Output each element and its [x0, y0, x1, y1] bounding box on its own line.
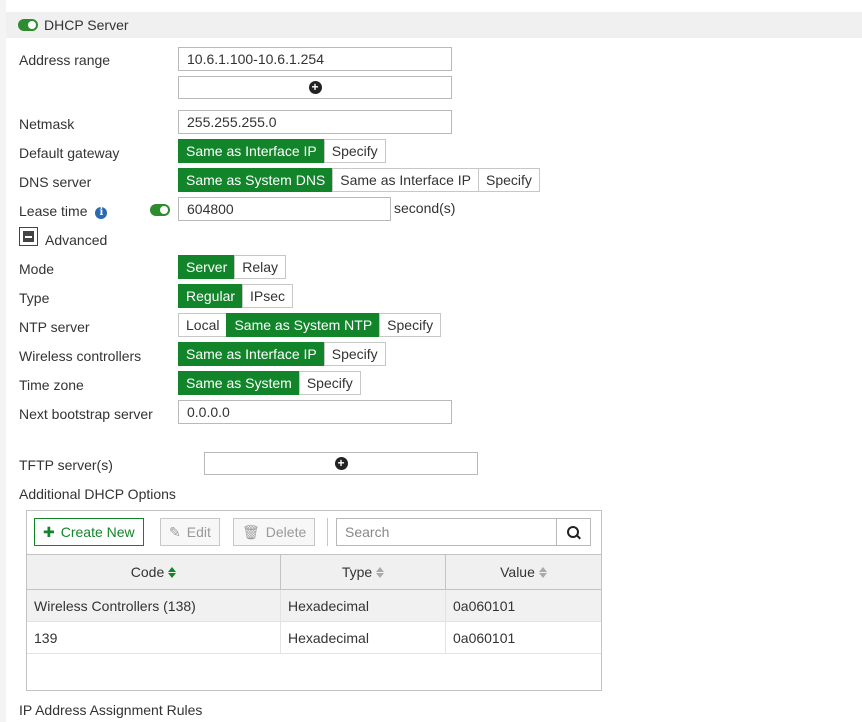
table-row[interactable]: Wireless Controllers (138) Hexadecimal 0…	[27, 590, 601, 622]
cell-value: 0a060101	[453, 598, 516, 614]
column-header-type[interactable]: Type	[281, 555, 446, 589]
netmask-label: Netmask	[19, 116, 75, 132]
type-selector: Regular IPsec	[178, 284, 294, 308]
sort-icon	[538, 566, 547, 578]
search-input[interactable]	[337, 519, 556, 545]
cell-type: Hexadecimal	[281, 590, 446, 621]
wireless-controllers-selector: Same as Interface IP Specify	[178, 342, 386, 366]
default-gateway-selector: Same as Interface IP Specify	[178, 139, 386, 163]
plus-circle-icon: +	[334, 457, 348, 470]
pencil-icon: ✎	[169, 523, 181, 540]
ntp-server-label: NTP server	[19, 319, 90, 335]
lease-time-label-wrap: Lease time i	[19, 202, 108, 220]
default-gateway-option-interface-ip[interactable]: Same as Interface IP	[178, 139, 325, 163]
column-header-code[interactable]: Code	[27, 555, 281, 589]
delete-label: Delete	[265, 524, 307, 540]
dns-server-selector: Same as System DNS Same as Interface IP …	[178, 168, 540, 192]
mode-option-relay[interactable]: Relay	[234, 255, 287, 279]
next-bootstrap-label: Next bootstrap server	[19, 406, 153, 422]
column-label-type: Type	[341, 564, 373, 580]
column-header-value[interactable]: Value	[446, 555, 601, 589]
wireless-option-interface-ip[interactable]: Same as Interface IP	[178, 342, 325, 366]
cell-code: 139	[27, 622, 281, 653]
cell-value: 0a060101	[453, 630, 516, 646]
edit-button[interactable]: ✎ Edit	[160, 518, 220, 546]
time-zone-selector: Same as System Specify	[178, 371, 361, 395]
cell-type: Hexadecimal	[281, 622, 446, 653]
type-option-ipsec[interactable]: IPsec	[242, 284, 294, 308]
dhcp-server-toggle-icon[interactable]	[18, 19, 38, 31]
ip-rules-label: IP Address Assignment Rules	[19, 702, 203, 718]
sort-icon	[376, 566, 385, 578]
type-label: Type	[19, 290, 50, 306]
time-zone-label: Time zone	[19, 377, 84, 393]
info-icon[interactable]: i	[95, 207, 108, 219]
lease-time-label: Lease time	[19, 203, 88, 219]
ntp-server-selector: Local Same as System NTP Specify	[178, 313, 442, 337]
dns-server-option-specify[interactable]: Specify	[478, 168, 540, 192]
next-bootstrap-input[interactable]: 0.0.0.0	[178, 400, 452, 424]
dns-server-option-interface-ip[interactable]: Same as Interface IP	[332, 168, 479, 192]
search-icon	[567, 525, 580, 539]
edit-label: Edit	[186, 524, 211, 540]
add-address-range-button[interactable]: +	[178, 76, 452, 99]
advanced-collapse-icon[interactable]	[19, 227, 38, 246]
wireless-option-specify[interactable]: Specify	[323, 342, 386, 366]
table-row[interactable]: 139 Hexadecimal 0a060101	[27, 622, 601, 654]
section-title: DHCP Server	[44, 17, 129, 33]
mode-selector: Server Relay	[178, 255, 287, 279]
netmask-input[interactable]: 255.255.255.0	[178, 110, 452, 134]
dns-server-option-system-dns[interactable]: Same as System DNS	[178, 168, 334, 192]
create-new-label: Create New	[60, 524, 135, 540]
sort-icon	[168, 566, 177, 578]
wireless-controllers-label: Wireless controllers	[19, 348, 142, 364]
column-label-value: Value	[500, 564, 535, 580]
dns-server-label: DNS server	[19, 174, 92, 190]
create-new-button[interactable]: ✚ Create New	[34, 518, 144, 546]
ntp-option-specify[interactable]: Specify	[379, 313, 442, 337]
address-range-input[interactable]: 10.6.1.100-10.6.1.254	[178, 47, 452, 71]
default-gateway-label: Default gateway	[19, 145, 120, 161]
tftp-label: TFTP server(s)	[19, 457, 113, 473]
toolbar-separator	[327, 518, 328, 546]
cell-code: Wireless Controllers (138)	[27, 590, 281, 621]
advanced-label: Advanced	[45, 232, 108, 248]
column-label-code: Code	[130, 564, 165, 580]
ntp-option-local[interactable]: Local	[178, 313, 228, 337]
search-box	[336, 518, 591, 546]
search-button[interactable]	[556, 519, 590, 545]
default-gateway-option-specify[interactable]: Specify	[323, 139, 386, 163]
dhcp-server-header: DHCP Server	[6, 12, 862, 38]
left-panel-edge	[0, 0, 6, 722]
ntp-option-system-ntp[interactable]: Same as System NTP	[226, 313, 381, 337]
plus-circle-icon: +	[308, 81, 322, 94]
table-header: Code Type Value	[27, 554, 601, 590]
type-option-regular[interactable]: Regular	[178, 284, 244, 308]
lease-time-input[interactable]: 604800	[178, 197, 391, 221]
lease-time-unit: second(s)	[394, 200, 456, 216]
delete-button[interactable]: 🗑 Delete	[233, 518, 316, 546]
add-tftp-server-button[interactable]: +	[204, 452, 478, 475]
time-zone-option-specify[interactable]: Specify	[298, 371, 361, 395]
dhcp-options-label: Additional DHCP Options	[19, 486, 176, 502]
trash-icon: 🗑	[242, 523, 260, 540]
plus-icon: ✚	[43, 523, 55, 540]
time-zone-option-system[interactable]: Same as System	[178, 371, 300, 395]
mode-option-server[interactable]: Server	[178, 255, 236, 279]
lease-time-toggle-icon[interactable]	[150, 204, 170, 216]
mode-label: Mode	[19, 261, 55, 277]
dhcp-options-table: ✚ Create New ✎ Edit 🗑 Delete Code Type V…	[26, 510, 602, 691]
address-range-label: Address range	[19, 52, 111, 68]
